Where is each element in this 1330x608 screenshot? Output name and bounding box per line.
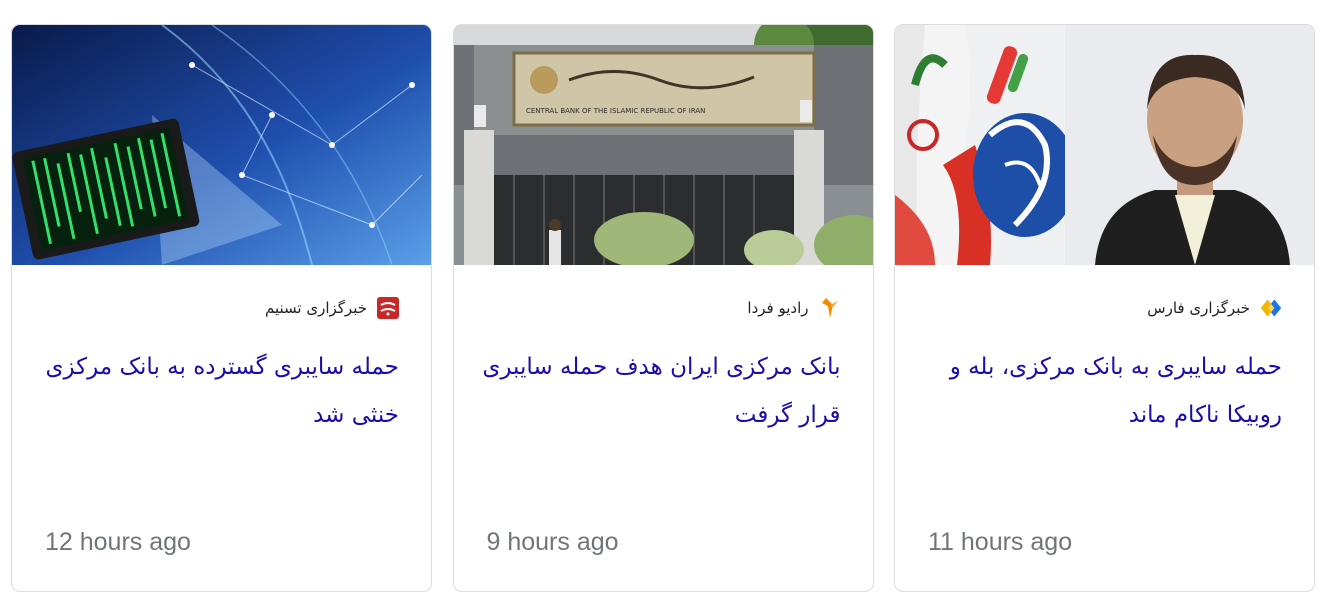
official-portrait-thumbnail <box>895 25 1314 265</box>
source-name: خبرگزاری تسنیم <box>264 299 367 317</box>
central-bank-building-image: CENTRAL BANK OF THE ISLAMIC REPUBLIC OF … <box>453 25 873 265</box>
timestamp: 11 hours ago <box>928 528 1073 556</box>
card-source: خبرگزاری تسنیم <box>44 297 399 319</box>
timestamp: 9 hours ago <box>486 528 619 556</box>
news-card[interactable]: CENTRAL BANK OF THE ISLAMIC REPUBLIC OF … <box>452 24 874 592</box>
bank-sign-text: CENTRAL BANK OF THE ISLAMIC REPUBLIC OF … <box>526 107 705 115</box>
news-card[interactable]: خبرگزاری تسنیم حمله سایبری گسترده به بان… <box>11 24 432 592</box>
headline-link[interactable]: حمله سایبری گسترده به بانک مرکزی خنثی شد <box>36 343 399 439</box>
source-name: رادیو فردا <box>747 299 809 317</box>
news-card[interactable]: خبرگزاری فارس حمله سایبری به بانک مرکزی،… <box>894 24 1315 592</box>
official-portrait-image <box>895 25 1314 265</box>
tasnim-logo-icon <box>377 297 399 319</box>
central-bank-thumbnail: CENTRAL BANK OF THE ISLAMIC REPUBLIC OF … <box>453 25 873 265</box>
cyber-attack-laptop-image <box>12 25 431 265</box>
headline-link[interactable]: حمله سایبری به بانک مرکزی، بله و روبیکا … <box>919 343 1282 439</box>
fars-logo-icon <box>1260 297 1282 319</box>
card-source: رادیو فردا <box>486 297 841 319</box>
news-cards-row: خبرگزاری فارس حمله سایبری به بانک مرکزی،… <box>11 24 1315 594</box>
timestamp: 12 hours ago <box>45 528 191 556</box>
cyber-attack-thumbnail <box>12 25 431 265</box>
source-name: خبرگزاری فارس <box>1147 299 1250 317</box>
radio-farda-logo-icon <box>819 297 841 319</box>
headline-link[interactable]: بانک مرکزی ایران هدف حمله سایبری قرار گر… <box>478 343 840 439</box>
card-source: خبرگزاری فارس <box>927 297 1282 319</box>
